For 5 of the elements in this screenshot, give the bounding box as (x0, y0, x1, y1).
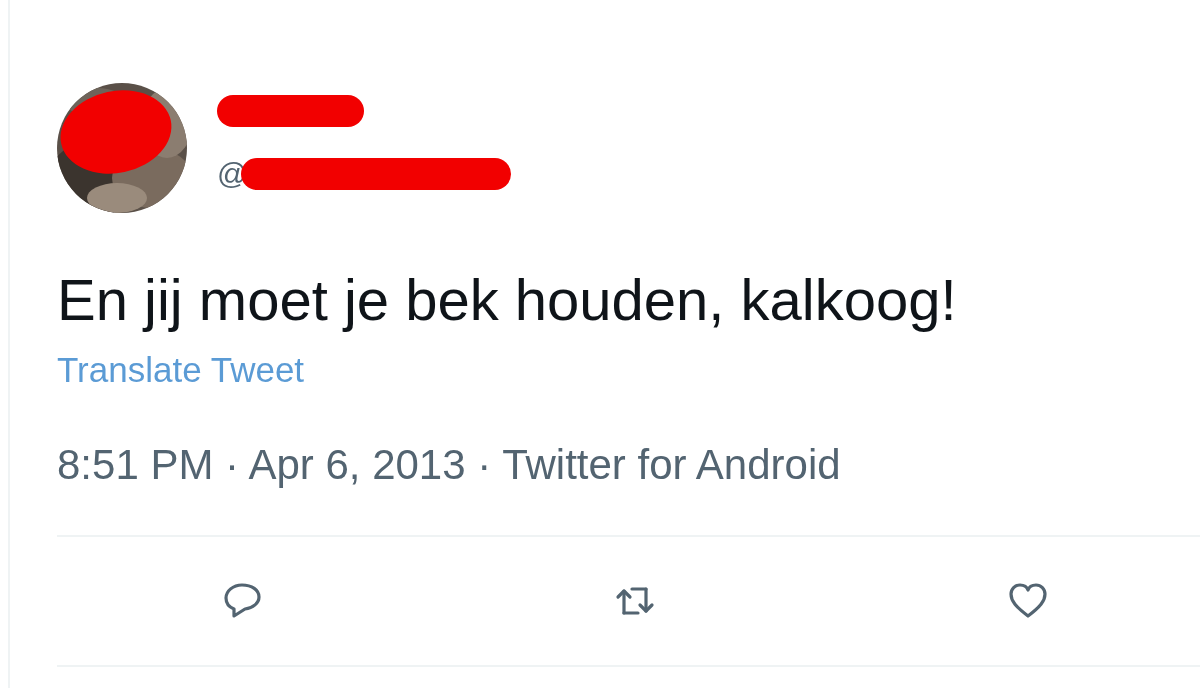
tweet-text: En jij moet je bek houden, kalkoog! (57, 267, 957, 333)
reply-icon[interactable] (222, 581, 262, 621)
heart-icon[interactable] (1008, 581, 1048, 621)
translate-link[interactable]: Translate Tweet (57, 348, 305, 392)
tweet-meta: 8:51 PM · Apr 6, 2013 · Twitter for Android (57, 440, 841, 490)
